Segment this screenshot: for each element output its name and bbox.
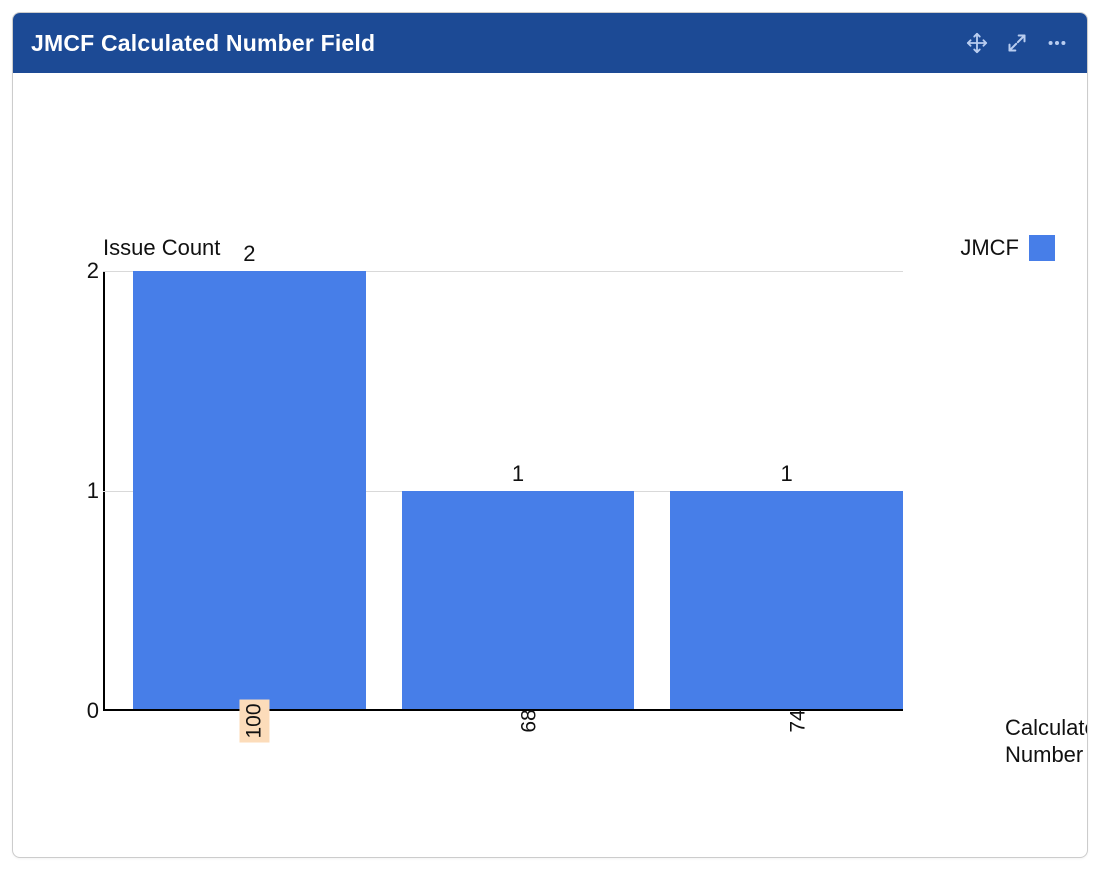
legend-swatch bbox=[1029, 235, 1055, 261]
move-icon[interactable] bbox=[965, 31, 989, 55]
chart-bar[interactable]: 1 bbox=[402, 491, 635, 709]
chart-legend: JMCF bbox=[960, 235, 1055, 261]
y-tick-label: 2 bbox=[75, 258, 99, 284]
x-tick-label: 68 bbox=[514, 721, 545, 751]
maximize-icon[interactable] bbox=[1005, 31, 1029, 55]
bar-value-label: 1 bbox=[512, 461, 524, 487]
x-tick-label: 100 bbox=[240, 721, 283, 751]
chart-bar[interactable]: 1 bbox=[670, 491, 903, 709]
x-axis-title: Calculated Number bbox=[1005, 715, 1088, 768]
panel-actions bbox=[965, 31, 1069, 55]
y-tick-label: 1 bbox=[75, 478, 99, 504]
plot-area: Calculated Number 0122100168174 bbox=[103, 271, 903, 711]
legend-series-label: JMCF bbox=[960, 235, 1019, 261]
y-tick-label: 0 bbox=[75, 698, 99, 724]
bar-value-label: 1 bbox=[781, 461, 793, 487]
bar-value-label: 2 bbox=[243, 241, 255, 267]
x-tick-label: 74 bbox=[783, 721, 814, 751]
panel-title: JMCF Calculated Number Field bbox=[31, 30, 375, 57]
dashboard-panel: JMCF Calculated Number Field bbox=[12, 12, 1088, 858]
chart-area: Issue Count JMCF Calculated Number 01221… bbox=[13, 73, 1087, 858]
y-axis-title: Issue Count bbox=[103, 235, 220, 261]
panel-header: JMCF Calculated Number Field bbox=[13, 13, 1087, 73]
more-icon[interactable] bbox=[1045, 31, 1069, 55]
chart-bar[interactable]: 2 bbox=[133, 271, 366, 709]
